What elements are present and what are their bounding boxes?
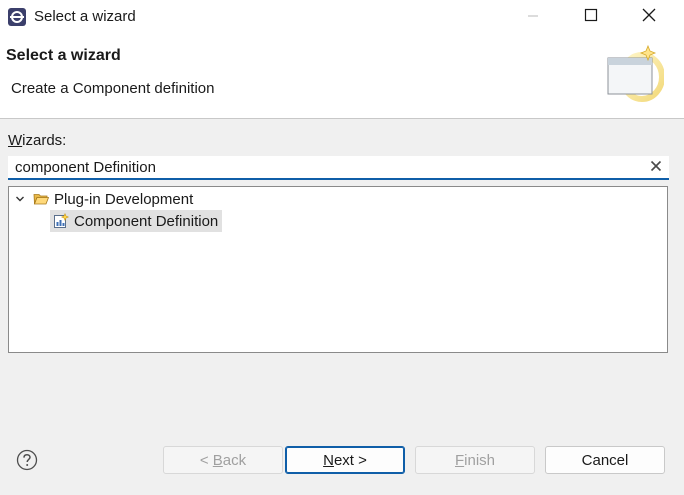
wizards-label-text: izards: [22, 132, 67, 149]
clear-icon[interactable] [649, 159, 663, 173]
finish-button-label: inish [464, 451, 496, 469]
eclipse-icon [7, 7, 27, 27]
tree-node-label: Plug-in Development [54, 190, 194, 208]
cancel-button[interactable]: Cancel [545, 446, 665, 474]
help-icon[interactable] [16, 449, 38, 471]
new-wizard-banner-icon [604, 44, 665, 102]
tree-node-component-definition[interactable]: Component Definition [50, 210, 223, 232]
page-title: Select a wizard [6, 47, 121, 64]
back-button-label: ack [222, 451, 247, 469]
next-button[interactable]: Next > [285, 446, 405, 474]
wizard-tree[interactable]: Plug-in Development Component Definition [8, 186, 668, 353]
component-definition-icon [53, 212, 70, 229]
back-button-mnemonic: B [212, 451, 223, 469]
filter-input[interactable] [8, 156, 645, 178]
chevron-down-icon[interactable] [13, 192, 27, 206]
maximize-icon [584, 8, 598, 26]
back-button[interactable]: < Back [163, 446, 283, 474]
wizards-label: Wizards: [8, 132, 66, 149]
window-title: Select a wizard [34, 8, 136, 25]
finish-button-mnemonic: F [454, 451, 465, 469]
close-icon [642, 8, 656, 26]
tree-node-plugin-development[interactable]: Plug-in Development [13, 188, 193, 210]
page-description: Create a Component definition [11, 80, 215, 97]
title-bar[interactable]: Select a wizard [0, 0, 684, 34]
wizard-header: Select a wizard Create a Component defin… [0, 34, 684, 119]
maximize-button[interactable] [562, 0, 620, 34]
finish-button[interactable]: Finish [415, 446, 535, 474]
close-button[interactable] [620, 0, 678, 34]
minimize-button[interactable] [504, 0, 562, 34]
minimize-icon [527, 9, 539, 26]
wizard-filter [8, 156, 669, 180]
wizards-label-mnemonic: W [8, 132, 23, 149]
select-wizard-dialog: Select a wizard Select a wizard Create a… [0, 0, 684, 495]
tree-node-label: Component Definition [74, 212, 219, 230]
next-button-label: ext > [333, 451, 367, 469]
back-button-prefix: < [199, 451, 213, 469]
next-button-mnemonic: N [323, 451, 334, 469]
open-folder-icon [33, 191, 50, 207]
